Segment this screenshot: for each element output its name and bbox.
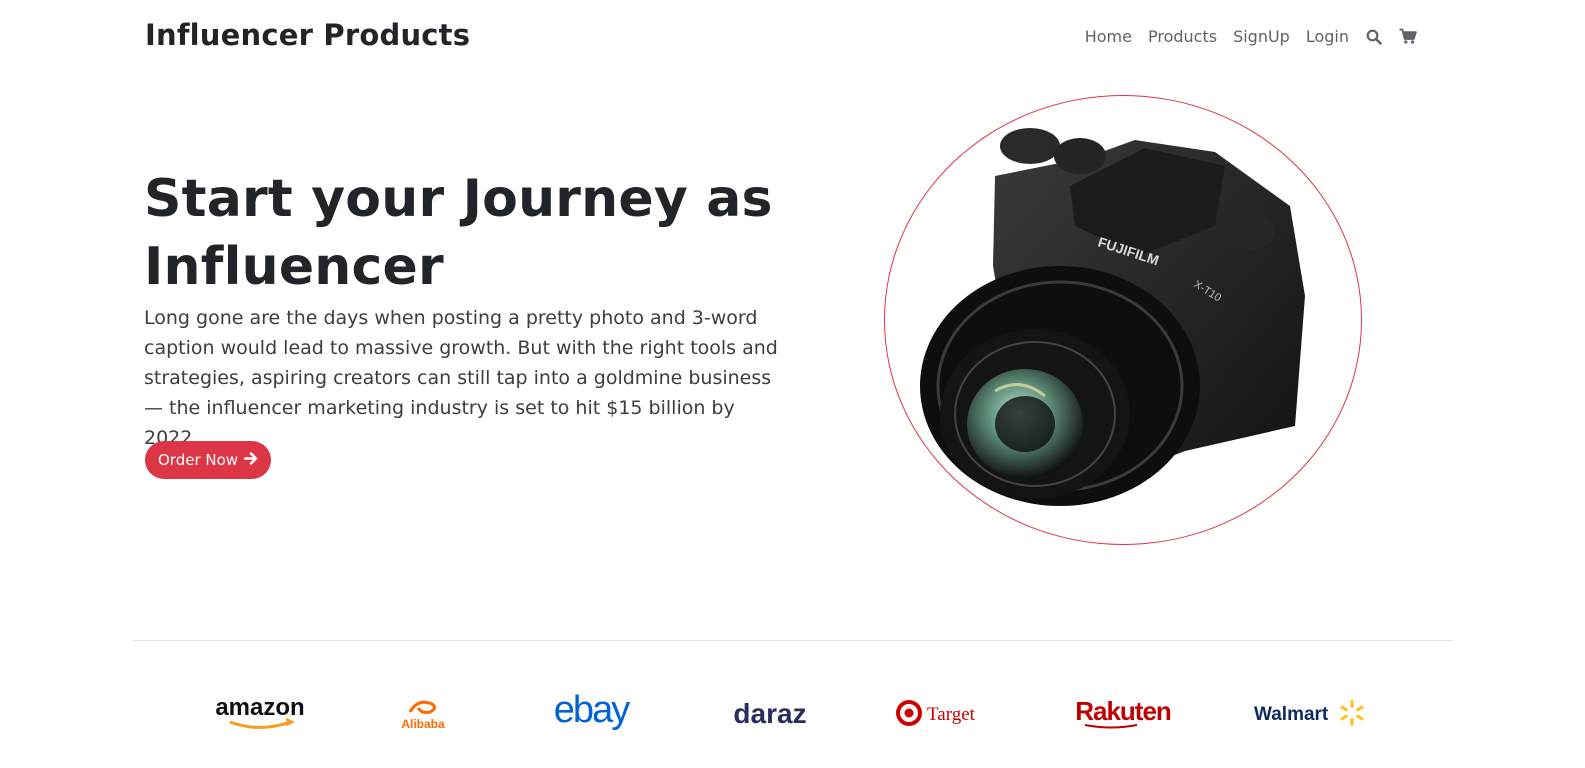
navbar: Influencer Products Home Products SignUp…	[0, 0, 1585, 74]
brand-logo[interactable]: Influencer Products	[145, 18, 470, 52]
nav-link-home[interactable]: Home	[1085, 27, 1132, 46]
svg-text:ebay: ebay	[554, 691, 630, 731]
search-icon[interactable]	[1365, 28, 1383, 46]
amazon-logo: amazon	[210, 688, 310, 738]
partner-logos: amazon Alibaba ebay daraz Target Rakuten	[0, 688, 1585, 738]
nav-link-login[interactable]: Login	[1306, 27, 1349, 46]
svg-text:Rakuten: Rakuten	[1075, 696, 1171, 726]
camera-image: FUJIFILM X-T10	[884, 95, 1362, 545]
order-now-label: Order Now	[158, 451, 239, 469]
nav-link-signup[interactable]: SignUp	[1233, 27, 1290, 46]
arrow-right-icon	[243, 451, 258, 469]
svg-text:daraz: daraz	[733, 698, 806, 729]
svg-text:amazon: amazon	[215, 695, 304, 721]
daraz-logo: daraz	[720, 688, 820, 738]
section-divider	[133, 640, 1453, 641]
svg-text:Alibaba: Alibaba	[401, 717, 445, 731]
order-now-button[interactable]: Order Now	[145, 441, 272, 479]
rakuten-logo: Rakuten	[1068, 688, 1178, 738]
svg-text:Walmart: Walmart	[1254, 704, 1329, 725]
hero-title: Start your Journey as Influencer	[144, 169, 773, 297]
alibaba-logo: Alibaba	[383, 688, 463, 738]
walmart-logo: Walmart	[1250, 688, 1370, 738]
ebay-logo: ebay	[536, 688, 646, 738]
nav-link-products[interactable]: Products	[1148, 27, 1217, 46]
nav-menu: Home Products SignUp Login	[1085, 27, 1417, 46]
cart-icon[interactable]	[1399, 28, 1417, 46]
target-logo: Target	[893, 688, 993, 738]
hero-description: Long gone are the days when posting a pr…	[144, 307, 778, 449]
svg-text:Target: Target	[927, 704, 976, 725]
